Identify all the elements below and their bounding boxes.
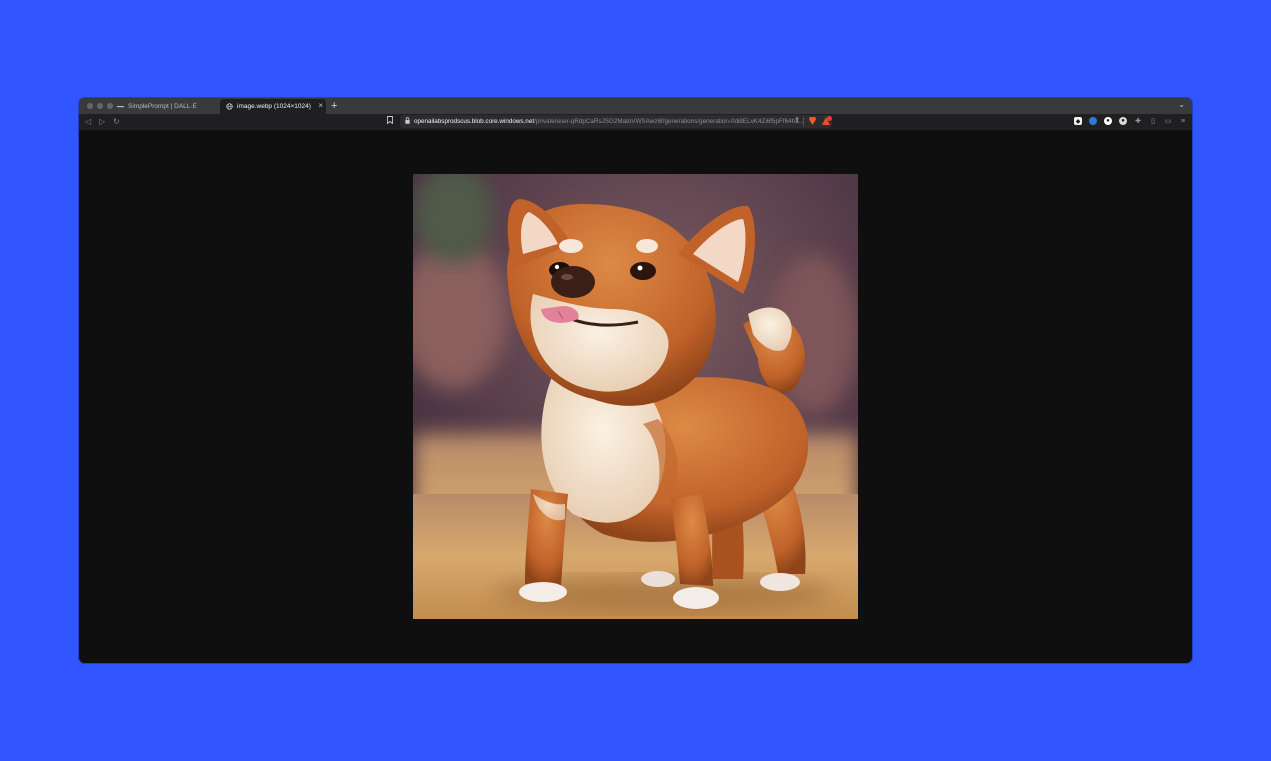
sidebar-icon[interactable]: ▯ bbox=[1149, 117, 1157, 125]
extension-2-icon[interactable] bbox=[1089, 117, 1097, 125]
share-icon[interactable]: ⇪ bbox=[794, 116, 800, 124]
close-window-button[interactable] bbox=[87, 103, 93, 109]
dash-icon bbox=[117, 103, 124, 110]
forward-button[interactable]: ▷ bbox=[99, 116, 105, 128]
minimize-window-button[interactable] bbox=[97, 103, 103, 109]
lock-icon bbox=[405, 117, 410, 126]
notification-badge bbox=[827, 116, 832, 121]
chevron-down-icon[interactable]: ⌄ bbox=[1178, 100, 1185, 109]
toolbar: ◁ ▷ ↻ openailabsprodscus.blob.core.windo… bbox=[79, 114, 1192, 131]
extension-3-icon[interactable]: ● bbox=[1104, 117, 1112, 125]
tab-title: image.webp (1024×1024) bbox=[237, 103, 311, 110]
globe-icon bbox=[226, 103, 233, 110]
brave-shield-icon[interactable] bbox=[809, 117, 816, 125]
wallet-icon[interactable]: ▭ bbox=[1164, 117, 1172, 125]
shiba-inu-image[interactable] bbox=[413, 174, 858, 619]
close-tab-icon[interactable]: × bbox=[318, 101, 323, 110]
extension-1-icon[interactable]: ◆ bbox=[1074, 117, 1082, 125]
puzzle-extensions-icon[interactable]: ✚ bbox=[1134, 117, 1142, 125]
url-path: /private/user-qRdpCaRsJSG2MatoVWSAwz6f/g… bbox=[534, 118, 804, 125]
reload-button[interactable]: ↻ bbox=[113, 116, 120, 128]
extension-icons: ◆ ● ● ✚ ▯ ▭ ≡ bbox=[1074, 117, 1187, 125]
zoom-window-button[interactable] bbox=[107, 103, 113, 109]
window-controls bbox=[87, 103, 113, 109]
tab-simpleprompt[interactable]: SimplePrompt | DALL·E bbox=[117, 99, 217, 114]
bookmark-icon[interactable] bbox=[387, 116, 393, 128]
address-bar[interactable]: openailabsprodscus.blob.core.windows.net… bbox=[400, 115, 832, 128]
extension-4-icon[interactable]: ● bbox=[1119, 117, 1127, 125]
tab-image-webp[interactable]: image.webp (1024×1024) × bbox=[220, 99, 326, 114]
back-button[interactable]: ◁ bbox=[85, 116, 91, 128]
image-viewer bbox=[79, 131, 1192, 663]
new-tab-button[interactable]: + bbox=[331, 99, 337, 113]
browser-window: SimplePrompt | DALL·E image.webp (1024×1… bbox=[79, 98, 1192, 663]
menu-icon[interactable]: ≡ bbox=[1179, 117, 1187, 125]
tab-title: SimplePrompt | DALL·E bbox=[128, 103, 197, 110]
url-host: openailabsprodscus.blob.core.windows.net bbox=[414, 118, 535, 125]
tab-bar: SimplePrompt | DALL·E image.webp (1024×1… bbox=[79, 98, 1192, 114]
url-divider bbox=[803, 117, 804, 126]
